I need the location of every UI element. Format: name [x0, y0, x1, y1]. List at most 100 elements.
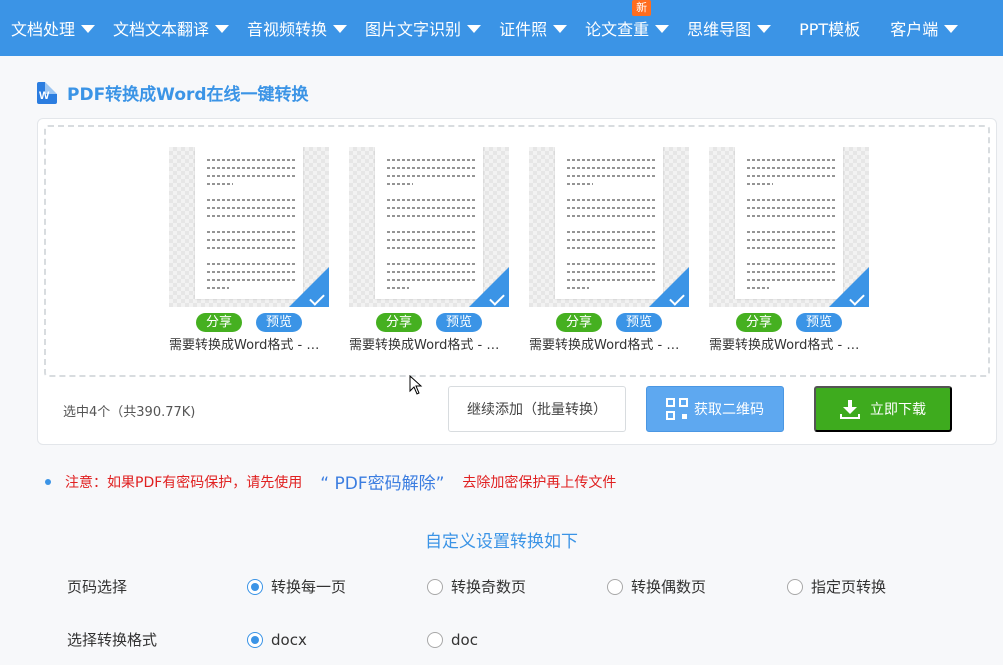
selected-corner [829, 267, 869, 307]
radio-circle[interactable] [427, 631, 443, 648]
page-preview [735, 147, 843, 299]
format-select-label: 选择转换格式 [67, 631, 158, 649]
nav-label: 论文查重 [585, 20, 650, 39]
file-dropzone[interactable]: 分享 预览 需要转换成Word格式 - 副本(3).pdf [44, 125, 990, 377]
page-select-row: 页码选择 转换每一页 转换奇数页 转换偶数页 指定页转换 [67, 576, 886, 597]
nav-item-doc-processing[interactable]: 文档处理 [11, 0, 96, 56]
preview-button[interactable]: 预览 [796, 313, 843, 332]
file-card[interactable]: 分享 预览 需要转换成Word格式 - 副本(3).pdf [169, 147, 329, 353]
nav-label: 音视频转换 [247, 20, 328, 39]
page-preview [375, 147, 483, 299]
share-button[interactable]: 分享 [195, 313, 242, 332]
notice-suffix: 去除加密保护再上传文件 [462, 474, 617, 491]
page-select-label: 页码选择 [67, 578, 128, 596]
file-name: 需要转换成Word格式 - 副本.pdf [529, 338, 689, 353]
file-card[interactable]: 分享 预览 需要转换成Word格式 - 副本(2).pdf [349, 147, 509, 353]
file-thumbnail[interactable] [709, 147, 869, 307]
nav-label: 文档处理 [11, 20, 76, 39]
radio-label: 转换每一页 [271, 578, 347, 596]
radio-doc[interactable]: doc [427, 631, 478, 649]
mouse-cursor-icon [409, 375, 423, 395]
format-select-row: 选择转换格式 docx doc [67, 629, 478, 650]
chevron-down-icon [553, 25, 568, 33]
nav-label: PPT模板 [799, 20, 861, 39]
file-name: 需要转换成Word格式 - 副本(4).pdf [709, 338, 869, 353]
nav-label: 客户端 [890, 20, 939, 39]
nav-item-av-convert[interactable]: 音视频转换 [247, 0, 348, 56]
selected-corner [469, 267, 509, 307]
file-name: 需要转换成Word格式 - 副本(3).pdf [169, 338, 329, 353]
nav-label: 图片文字识别 [365, 20, 462, 39]
qr-code-label: 获取二维码 [694, 401, 764, 417]
chevron-down-icon [757, 25, 772, 33]
radio-label: docx [271, 630, 307, 649]
preview-button[interactable]: 预览 [616, 313, 663, 332]
radio-circle[interactable] [607, 578, 623, 595]
chevron-down-icon [215, 25, 230, 33]
top-nav: 文档处理 文档文本翻译 音视频转换 图片文字识别 证件照 论文查重新 思维导图 … [0, 0, 1003, 56]
nav-item-id-photo[interactable]: 证件照 [499, 0, 568, 56]
radio-docx[interactable]: docx [247, 631, 427, 649]
radio-label: doc [451, 630, 478, 649]
page-header: W PDF转换成Word在线一键转换 [37, 80, 309, 105]
download-button[interactable]: 立即下载 [814, 386, 952, 432]
nav-label: 文档文本翻译 [113, 20, 210, 39]
page-preview [195, 147, 303, 299]
nav-item-mindmap[interactable]: 思维导图 [687, 0, 772, 56]
get-qr-code-button[interactable]: 获取二维码 [646, 386, 784, 432]
bullet-icon [45, 478, 51, 485]
file-list: 分享 预览 需要转换成Word格式 - 副本(3).pdf [169, 147, 889, 353]
radio-label: 指定页转换 [811, 578, 887, 596]
nav-item-ppt-template[interactable]: PPT模板 [799, 0, 860, 56]
nav-item-doc-translate[interactable]: 文档文本翻译 [113, 0, 230, 56]
nav-item-ocr[interactable]: 图片文字识别 [365, 0, 482, 56]
password-notice: 注意：如果PDF有密码保护，请先使用 “ PDF密码解除” 去除加密保护再上传文… [45, 469, 616, 494]
upload-panel: 分享 预览 需要转换成Word格式 - 副本(3).pdf [37, 118, 997, 445]
chevron-down-icon [81, 25, 96, 33]
download-icon [840, 399, 860, 419]
new-badge: 新 [632, 0, 652, 16]
chevron-down-icon [655, 25, 670, 33]
nav-label: 思维导图 [687, 20, 752, 39]
chevron-down-icon [333, 25, 348, 33]
radio-circle[interactable] [247, 631, 263, 648]
add-more-button[interactable]: 继续添加（批量转换） [448, 386, 626, 432]
radio-label: 转换偶数页 [631, 578, 707, 596]
selected-corner [649, 267, 689, 307]
share-button[interactable]: 分享 [735, 313, 782, 332]
radio-label: 转换奇数页 [451, 578, 527, 596]
file-card[interactable]: 分享 预览 需要转换成Word格式 - 副本.pdf [529, 147, 689, 353]
radio-circle[interactable] [787, 578, 803, 595]
file-thumbnail[interactable] [529, 147, 689, 307]
chevron-down-icon [944, 25, 959, 33]
file-card[interactable]: 分享 预览 需要转换成Word格式 - 副本(4).pdf [709, 147, 869, 353]
preview-button[interactable]: 预览 [256, 313, 303, 332]
file-thumbnail[interactable] [349, 147, 509, 307]
nav-item-client[interactable]: 客户端 [890, 0, 959, 56]
share-button[interactable]: 分享 [375, 313, 422, 332]
file-thumbnail[interactable] [169, 147, 329, 307]
radio-odd-pages[interactable]: 转换奇数页 [427, 576, 607, 597]
page-title: PDF转换成Word在线一键转换 [67, 85, 309, 105]
radio-circle[interactable] [247, 578, 263, 595]
radio-even-pages[interactable]: 转换偶数页 [607, 576, 787, 597]
nav-item-plagiarism[interactable]: 论文查重 新 [585, 0, 670, 56]
selection-summary: 选中4个（共390.77K) [63, 405, 196, 420]
add-more-label: 继续添加（批量转换） [467, 401, 607, 417]
radio-circle[interactable] [427, 578, 443, 595]
share-button[interactable]: 分享 [555, 313, 602, 332]
radio-all-pages[interactable]: 转换每一页 [247, 576, 427, 597]
pdf-unlock-link[interactable]: “ PDF密码解除” [320, 469, 444, 494]
file-name: 需要转换成Word格式 - 副本(2).pdf [349, 338, 509, 353]
download-label: 立即下载 [870, 401, 926, 417]
preview-button[interactable]: 预览 [436, 313, 483, 332]
radio-custom-pages[interactable]: 指定页转换 [787, 576, 886, 597]
selected-corner [289, 267, 329, 307]
qr-code-icon [666, 398, 688, 420]
nav-label: 证件照 [499, 20, 548, 39]
chevron-down-icon [467, 25, 482, 33]
notice-prefix: 注意：如果PDF有密码保护，请先使用 [65, 474, 303, 491]
word-file-icon: W [37, 81, 57, 104]
page-preview [555, 147, 663, 299]
settings-title: 自定义设置转换如下 [425, 532, 578, 552]
